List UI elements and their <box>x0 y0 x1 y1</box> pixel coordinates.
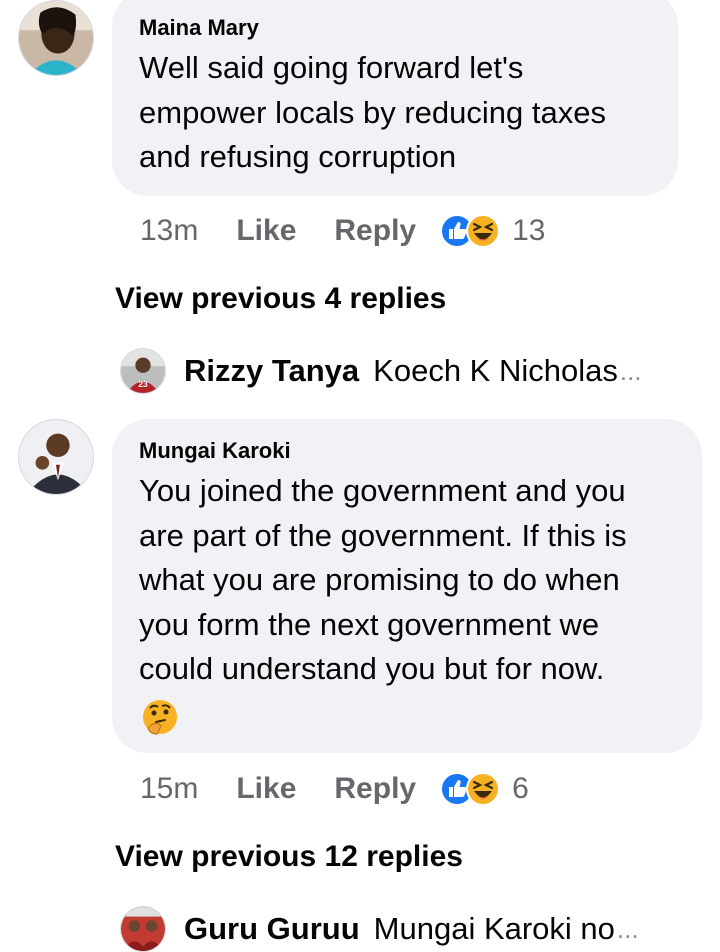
comment-text: Well said going forward let's empower lo… <box>139 46 606 180</box>
comment-text-line: could understand you but for now. <box>139 651 605 686</box>
reply-snippet: Koech K Nicholas <box>373 353 618 388</box>
reply-button[interactable]: Reply <box>334 214 416 248</box>
comment-text-line: Well said going forward let's <box>139 50 524 85</box>
reactions-summary[interactable] <box>440 214 501 248</box>
commenter-avatar[interactable] <box>18 419 94 495</box>
haha-icon <box>466 214 501 248</box>
reply-avatar[interactable] <box>120 906 166 952</box>
like-button[interactable]: Like <box>236 214 296 248</box>
comment-actions: 15m Like Reply 6 <box>140 769 529 809</box>
reply-author[interactable]: Rizzy Tanya <box>184 353 359 389</box>
reply-ellipsis: ... <box>619 355 642 386</box>
reply-ellipsis: ... <box>616 913 639 944</box>
reply-button[interactable]: Reply <box>334 772 416 806</box>
reaction-count[interactable]: 6 <box>512 772 529 806</box>
reaction-count[interactable]: 13 <box>512 214 545 248</box>
view-previous-replies-button[interactable]: View previous 12 replies <box>115 840 463 874</box>
reactions-summary[interactable] <box>440 772 501 806</box>
reply-avatar[interactable]: 23 <box>120 348 166 394</box>
reply-author[interactable]: Guru Guruu <box>184 911 360 947</box>
latest-reply-preview[interactable]: Guru Guruu Mungai Karoki no ... <box>120 906 639 952</box>
comment-text-line: You joined the government and you <box>139 473 626 508</box>
thinking-face-icon <box>143 700 177 735</box>
comment-author[interactable]: Mungai Karoki <box>139 438 291 464</box>
comment-timestamp[interactable]: 13m <box>140 214 198 248</box>
comment-text-line: are part of the government. If this is <box>139 517 627 553</box>
commenter-avatar[interactable] <box>18 0 94 76</box>
haha-icon <box>466 772 501 806</box>
comment-text-line: what you are promising to do when <box>139 562 620 597</box>
latest-reply-preview[interactable]: 23 Rizzy Tanya Koech K Nicholas ... <box>120 348 642 394</box>
comment-text-line: empower locals by reducing taxes <box>139 94 606 130</box>
comment-text: You joined the government and you are pa… <box>139 469 627 692</box>
comment-author[interactable]: Maina Mary <box>139 15 259 41</box>
svg-text:23: 23 <box>138 379 148 389</box>
comment-text-line: and refusing corruption <box>139 139 457 174</box>
comment-text-line: you form the next government we <box>139 606 600 642</box>
reply-snippet: Mungai Karoki no <box>373 911 615 946</box>
view-previous-replies-button[interactable]: View previous 4 replies <box>115 282 446 316</box>
comment-actions: 13m Like Reply 13 <box>140 211 545 251</box>
comment-timestamp[interactable]: 15m <box>140 772 198 806</box>
like-button[interactable]: Like <box>236 772 296 806</box>
